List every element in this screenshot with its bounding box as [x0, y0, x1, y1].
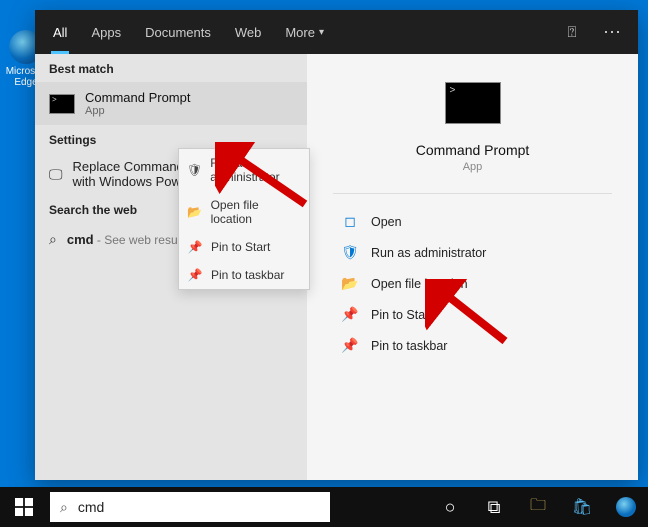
- action-label: Open: [371, 215, 402, 229]
- shield-icon: 🛡: [341, 244, 359, 261]
- action-pin-start[interactable]: 📌 Pin to Start: [341, 299, 604, 330]
- ctx-item-label: Pin to taskbar: [211, 268, 284, 282]
- search-icon: ⌕: [60, 499, 68, 516]
- web-hint: - See web results: [94, 233, 190, 247]
- monitor-icon: 🖵: [49, 166, 63, 183]
- best-match-sub: App: [85, 105, 190, 117]
- preview-sub: App: [463, 161, 483, 173]
- ctx-run-admin[interactable]: 🛡 Run as administrator: [179, 149, 309, 191]
- taskbar-app-store[interactable]: 🛍: [560, 487, 604, 527]
- action-label: Pin to taskbar: [371, 339, 447, 353]
- taskbar-app-edge[interactable]: [604, 487, 648, 527]
- tab-more-label: More: [285, 25, 315, 40]
- web-query: cmd: [67, 232, 94, 247]
- panel-body: Best match Command Prompt App Settings 🖵…: [35, 54, 638, 480]
- tab-documents[interactable]: Documents: [133, 10, 223, 54]
- best-match-header: Best match: [35, 54, 307, 82]
- action-label: Open file location: [371, 277, 468, 291]
- action-run-admin[interactable]: 🛡 Run as administrator: [341, 237, 604, 268]
- ctx-item-label: Pin to Start: [211, 240, 270, 254]
- tab-more[interactable]: More ▾: [273, 10, 336, 54]
- taskbar-app-explorer[interactable]: 🗀: [516, 487, 560, 527]
- pin-icon: 📌: [341, 337, 359, 354]
- ctx-pin-start[interactable]: 📌 Pin to Start: [179, 233, 309, 261]
- start-button[interactable]: [0, 487, 48, 527]
- open-icon: ◻: [341, 213, 359, 230]
- best-match-title: Command Prompt: [85, 90, 190, 105]
- chevron-down-icon: ▾: [319, 27, 324, 38]
- ctx-pin-taskbar[interactable]: 📌 Pin to taskbar: [179, 261, 309, 289]
- cortana-button[interactable]: ○: [428, 487, 472, 527]
- search-text: cmd: [78, 499, 104, 515]
- action-pin-taskbar[interactable]: 📌 Pin to taskbar: [341, 330, 604, 361]
- feedback-icon[interactable]: ⍰: [552, 10, 592, 54]
- task-view-button[interactable]: ⧉: [472, 487, 516, 527]
- ctx-item-label: Open file location: [211, 198, 301, 226]
- pin-icon: 📌: [187, 240, 203, 254]
- preview-pane: Command Prompt App ◻ Open 🛡 Run as admin…: [307, 54, 638, 480]
- tab-all[interactable]: All: [41, 10, 79, 54]
- ctx-item-label: Run as administrator: [210, 156, 301, 184]
- windows-icon: [15, 498, 33, 516]
- search-icon: ⌕: [49, 231, 57, 248]
- pin-icon: 📌: [341, 306, 359, 323]
- tab-web[interactable]: Web: [223, 10, 274, 54]
- taskbar: ⌕ cmd ○ ⧉ 🗀 🛍: [0, 487, 648, 527]
- cmd-icon: [49, 94, 75, 114]
- action-open[interactable]: ◻ Open: [341, 206, 604, 237]
- tab-apps[interactable]: Apps: [79, 10, 133, 54]
- best-match-item[interactable]: Command Prompt App: [35, 82, 307, 125]
- shield-icon: 🛡: [187, 163, 202, 177]
- folder-icon: 📂: [187, 205, 203, 219]
- preview-actions: ◻ Open 🛡 Run as administrator 📂 Open fil…: [307, 206, 638, 361]
- filter-tabs: All Apps Documents Web More ▾ ⍰ ⋯: [35, 10, 638, 54]
- action-label: Run as administrator: [371, 246, 486, 260]
- context-menu: 🛡 Run as administrator 📂 Open file locat…: [178, 148, 310, 290]
- cmd-icon-large: [445, 82, 501, 124]
- search-panel: All Apps Documents Web More ▾ ⍰ ⋯ Best m…: [35, 10, 638, 480]
- action-open-location[interactable]: 📂 Open file location: [341, 268, 604, 299]
- taskbar-search[interactable]: ⌕ cmd: [50, 492, 330, 522]
- divider: [333, 193, 611, 194]
- folder-icon: 📂: [341, 275, 359, 292]
- preview-title: Command Prompt: [416, 142, 530, 158]
- action-label: Pin to Start: [371, 308, 433, 322]
- pin-icon: 📌: [187, 268, 203, 282]
- options-icon[interactable]: ⋯: [592, 10, 632, 54]
- ctx-open-location[interactable]: 📂 Open file location: [179, 191, 309, 233]
